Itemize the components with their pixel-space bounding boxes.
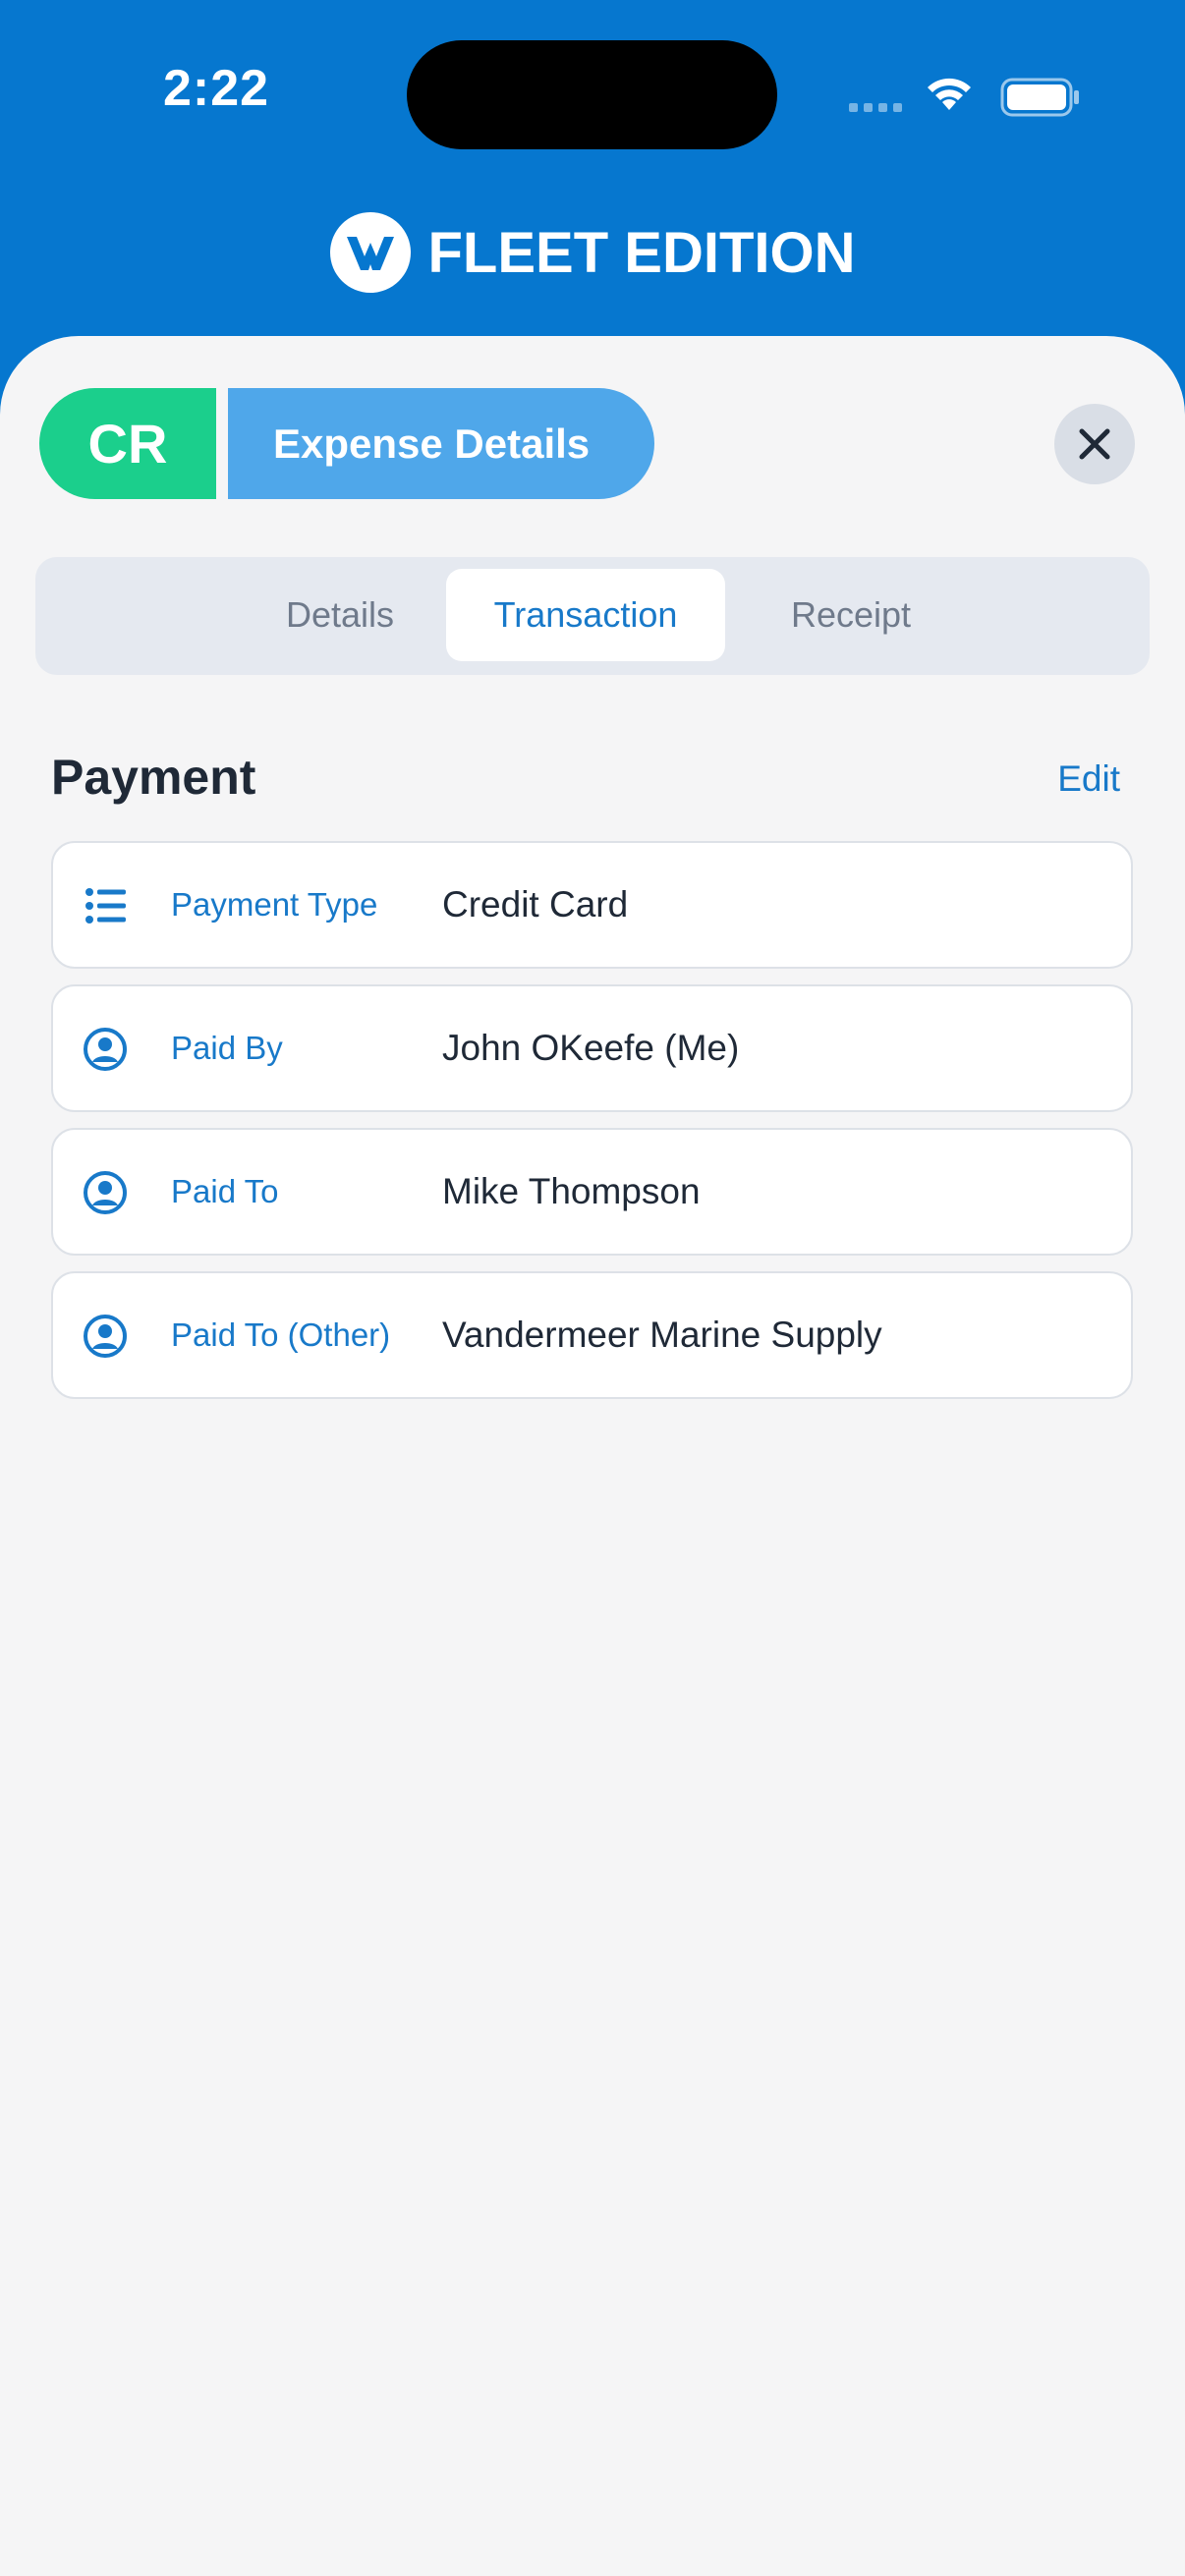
status-time: 2:22 (162, 60, 270, 117)
paid-to-other-value: Vandermeer Marine Supply (442, 1315, 882, 1355)
user-circle-icon (84, 1315, 127, 1358)
paid-by-row: Paid By John OKeefe (Me) (51, 984, 1133, 1112)
paid-to-row: Paid To Mike Thompson (51, 1128, 1133, 1256)
tab-transaction[interactable]: Transaction (446, 569, 725, 661)
close-icon (1079, 428, 1110, 460)
close-button[interactable] (1054, 404, 1135, 484)
tab-details[interactable]: Details (261, 569, 419, 661)
brand-header: FLEET EDITION (0, 208, 1185, 297)
payment-type-value: Credit Card (442, 884, 629, 924)
paid-to-value: Mike Thompson (442, 1171, 701, 1211)
brand-logo-icon (329, 212, 411, 293)
wifi-icon (928, 78, 971, 110)
payment-type-label: Payment Type (171, 886, 378, 923)
user-circle-icon (84, 1028, 127, 1071)
paid-by-label: Paid By (171, 1030, 283, 1066)
cellular-signal-icon (849, 103, 902, 112)
edit-payment-button[interactable]: Edit (1022, 758, 1120, 800)
expense-sheet: CR Expense Details Details Transaction R… (0, 336, 1185, 2576)
dynamic-island (407, 40, 777, 149)
segmented-tabs: Details Transaction Receipt (35, 557, 1150, 675)
sheet-title: Expense Details (228, 388, 654, 499)
paid-to-other-label: Paid To (Other) (171, 1316, 391, 1353)
status-bar: 2:22 (0, 0, 1185, 187)
user-circle-icon (84, 1171, 127, 1214)
list-icon (85, 888, 126, 924)
payment-section-title: Payment (51, 750, 256, 805)
tab-receipt[interactable]: Receipt (753, 569, 949, 661)
brand-name: FLEET EDITION (427, 220, 856, 285)
paid-to-label: Paid To (171, 1173, 279, 1209)
paid-to-other-row: Paid To (Other) Vandermeer Marine Supply (51, 1271, 1133, 1399)
expense-type-badge: CR (39, 388, 216, 499)
battery-icon (1000, 78, 1079, 117)
payment-type-row: Payment Type Credit Card (51, 841, 1133, 969)
paid-by-value: John OKeefe (Me) (442, 1028, 740, 1068)
